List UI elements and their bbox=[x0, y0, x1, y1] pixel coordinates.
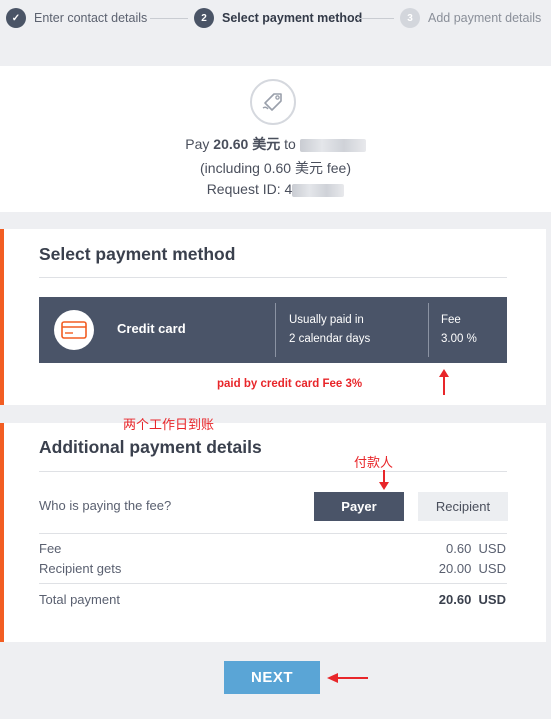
fee-row-value: 0.60 USD bbox=[446, 541, 506, 556]
total-payment-label: Total payment bbox=[39, 592, 120, 607]
pay-prefix: Pay bbox=[185, 136, 214, 152]
recipient-button[interactable]: Recipient bbox=[418, 492, 508, 521]
annotation-two-days-note: 两个工作日到账 bbox=[123, 417, 215, 432]
recipient-name-redacted bbox=[299, 138, 366, 152]
next-button[interactable]: NEXT bbox=[224, 661, 320, 694]
divider bbox=[39, 583, 507, 584]
checkmark-icon: ✓ bbox=[6, 8, 26, 28]
recipient-gets-currency: USD bbox=[478, 561, 506, 576]
fee-amount: 0.60 bbox=[446, 541, 472, 556]
annotation-fee-note: paid by credit card Fee 3% bbox=[217, 378, 363, 390]
step-contact-details[interactable]: ✓ Enter contact details bbox=[6, 6, 147, 30]
request-id-line: Request ID: 4 bbox=[0, 181, 551, 197]
step-payment-details: 3 Add payment details bbox=[400, 6, 541, 30]
payment-fee: Fee 3.00 % bbox=[441, 311, 477, 349]
fee-currency: USD bbox=[478, 541, 506, 556]
progress-stepper: ✓ Enter contact details 2 Select payment… bbox=[0, 0, 551, 36]
timing-line: 2 calendar days bbox=[289, 333, 371, 345]
payment-summary: Pay 20.60 美元 to (including 0.60 美元 fee) … bbox=[0, 66, 551, 212]
request-id-prefix: Request ID: 4 bbox=[206, 181, 293, 197]
step-number: 2 bbox=[194, 8, 214, 28]
step-label: Add payment details bbox=[428, 11, 542, 25]
divider bbox=[428, 303, 429, 357]
price-tag-icon bbox=[250, 79, 296, 125]
fee-label: Fee bbox=[441, 314, 461, 326]
payment-timing: Usually paid in 2 calendar days bbox=[289, 311, 370, 349]
annotation-arrow-up-icon bbox=[439, 369, 449, 395]
divider bbox=[39, 533, 507, 534]
step-number: 3 bbox=[400, 8, 420, 28]
step-payment-method: 2 Select payment method bbox=[194, 6, 362, 30]
recipient-gets-amount: 20.00 bbox=[438, 561, 472, 576]
step-label: Enter contact details bbox=[34, 11, 148, 25]
divider bbox=[39, 471, 507, 472]
payment-method-name: Credit card bbox=[117, 321, 186, 336]
fee-payer-question: Who is paying the fee? bbox=[39, 498, 172, 513]
step-separator bbox=[150, 18, 188, 19]
fee-value: 3.00 % bbox=[441, 333, 477, 345]
annotation-arrow-left-icon bbox=[327, 673, 368, 683]
section-title: Additional payment details bbox=[39, 437, 262, 457]
total-amount: 20.60 bbox=[438, 592, 472, 607]
divider bbox=[39, 277, 507, 278]
payment-option-credit-card[interactable]: Credit card Usually paid in 2 calendar d… bbox=[39, 297, 507, 363]
fee-included-line: (including 0.60 美元 fee) bbox=[200, 160, 351, 176]
pay-amount-line: Pay 20.60 美元 to bbox=[0, 134, 551, 154]
annotation-arrow-down-icon bbox=[379, 470, 389, 490]
total-payment-value: 20.60 USD bbox=[439, 592, 506, 607]
step-separator bbox=[356, 18, 394, 19]
request-id-redacted bbox=[292, 183, 345, 197]
additional-details-section: Additional payment details Who is paying… bbox=[0, 423, 546, 642]
recipient-gets-label: Recipient gets bbox=[39, 561, 122, 576]
divider bbox=[275, 303, 276, 357]
fee-row-label: Fee bbox=[39, 541, 62, 556]
pay-amount: 20.60 美元 bbox=[213, 136, 281, 152]
step-label: Select payment method bbox=[222, 11, 363, 25]
payment-method-section: Select payment method Credit card Usuall… bbox=[0, 229, 546, 405]
payer-button[interactable]: Payer bbox=[314, 492, 404, 521]
section-title: Select payment method bbox=[39, 244, 236, 264]
credit-card-icon bbox=[54, 310, 94, 350]
total-currency: USD bbox=[478, 592, 506, 607]
pay-to: to bbox=[280, 136, 300, 152]
recipient-gets-value: 20.00 USD bbox=[439, 561, 506, 576]
timing-line: Usually paid in bbox=[289, 314, 364, 326]
